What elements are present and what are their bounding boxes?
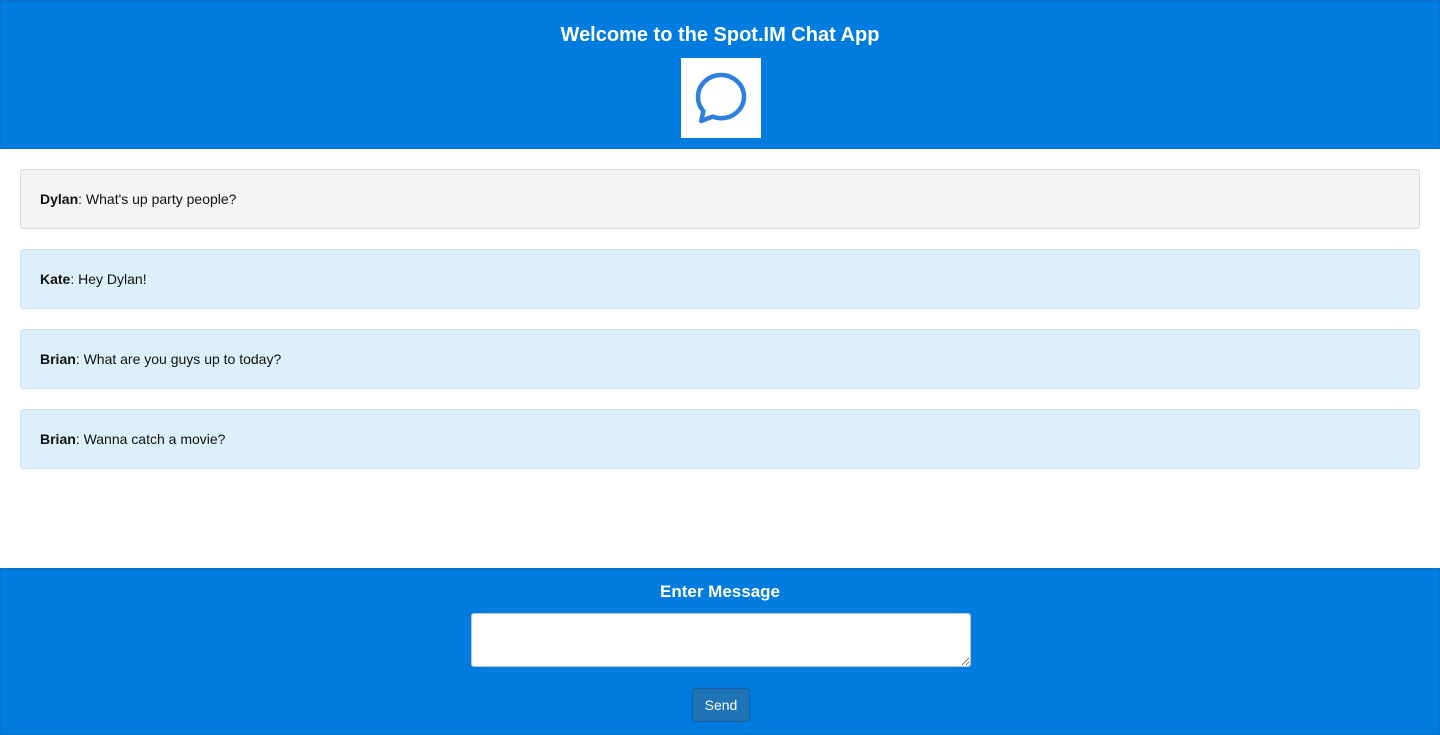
- chat-bubble-icon: [695, 72, 747, 124]
- message-item: Kate: Hey Dylan!: [20, 249, 1420, 309]
- app-header: Welcome to the Spot.IM Chat App: [0, 0, 1440, 149]
- message-text: Wanna catch a movie?: [83, 431, 226, 447]
- message-author: Brian: [40, 351, 76, 367]
- message-item: Dylan: What's up party people?: [20, 169, 1420, 229]
- message-text: What are you guys up to today?: [83, 351, 282, 367]
- message-composer: Enter Message Send: [0, 568, 1440, 735]
- message-text: Hey Dylan!: [78, 271, 147, 287]
- message-input[interactable]: [471, 613, 971, 667]
- message-author: Dylan: [40, 191, 79, 207]
- message-separator: :: [75, 351, 84, 367]
- send-button[interactable]: Send: [692, 688, 750, 722]
- message-text: What's up party people?: [85, 191, 237, 207]
- message-list: Dylan: What's up party people? Kate: Hey…: [20, 169, 1420, 489]
- message-author: Kate: [40, 271, 71, 287]
- page-title: Welcome to the Spot.IM Chat App: [560, 24, 880, 46]
- composer-title: Enter Message: [660, 582, 780, 601]
- message-item: Brian: Wanna catch a movie?: [20, 409, 1420, 469]
- message-author: Brian: [40, 431, 76, 447]
- message-separator: :: [78, 191, 86, 207]
- message-separator: :: [70, 271, 79, 287]
- app-logo: [681, 58, 761, 138]
- message-item: Brian: What are you guys up to today?: [20, 329, 1420, 389]
- message-separator: :: [75, 431, 84, 447]
